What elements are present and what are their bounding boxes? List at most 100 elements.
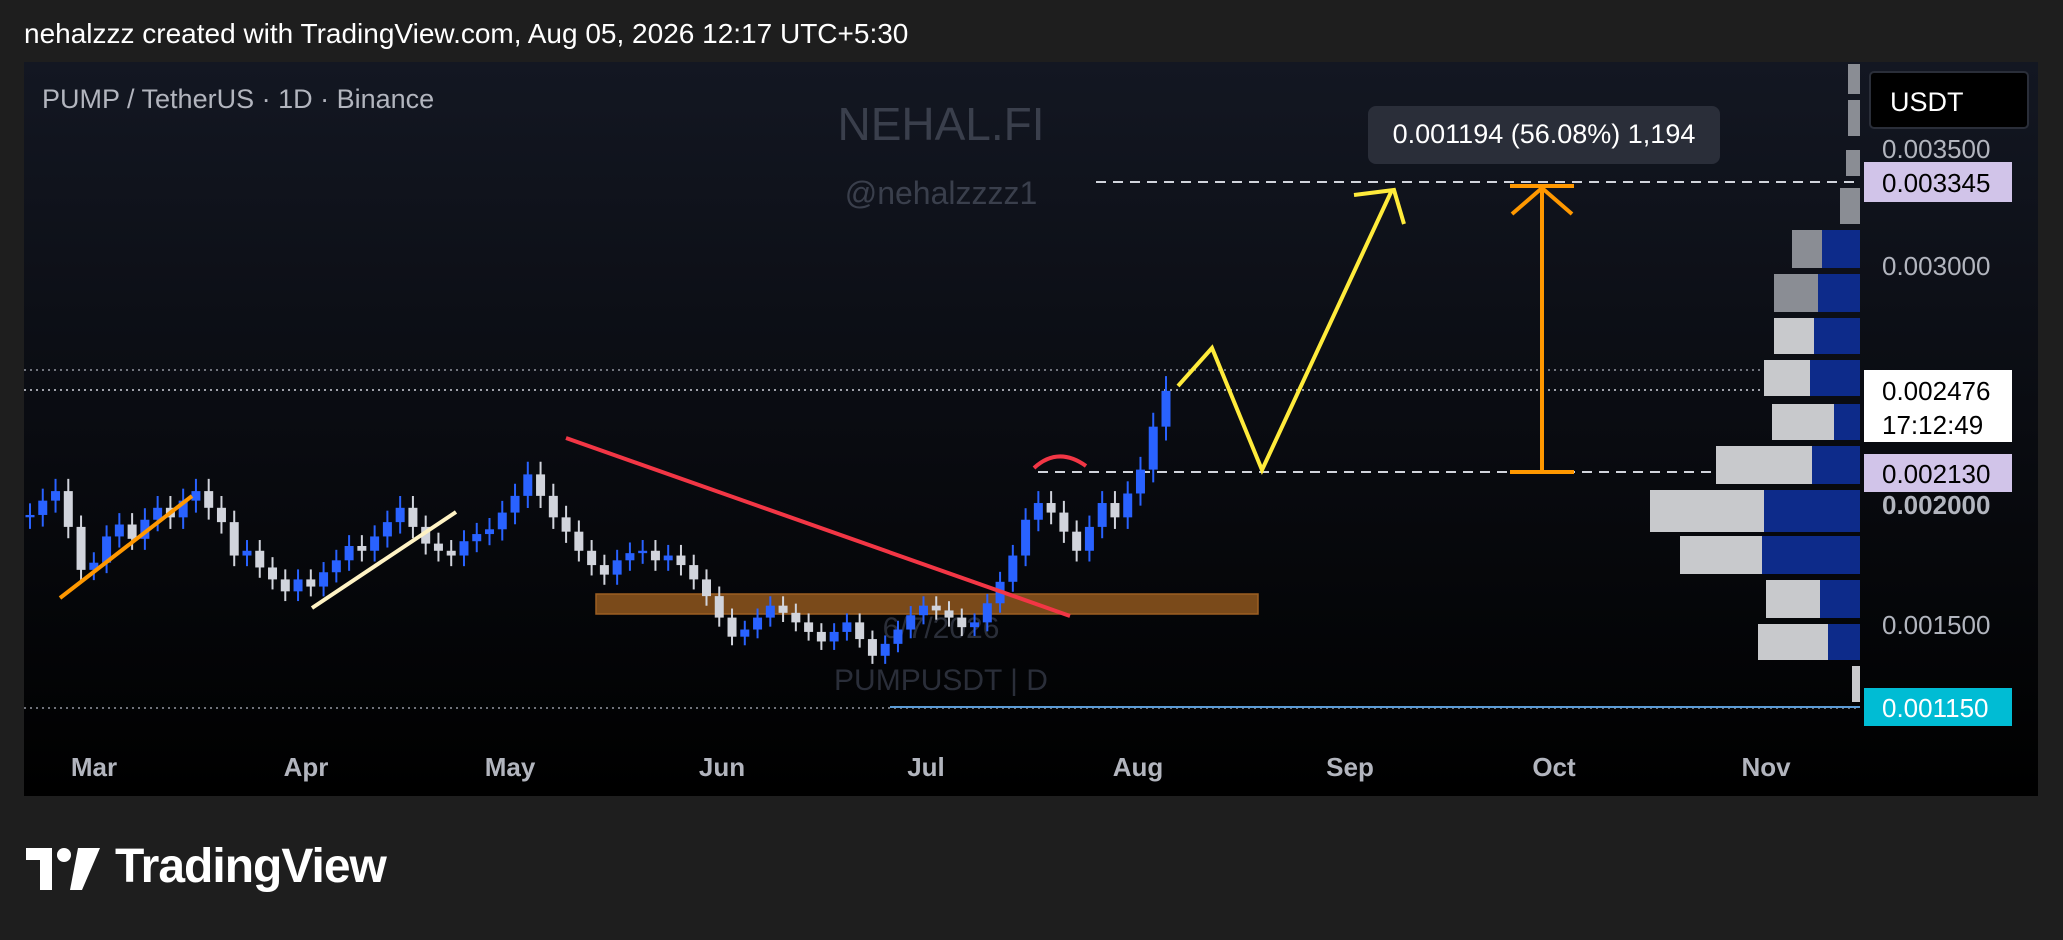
candle-body [114, 524, 124, 537]
target-price-label: 0.003345 [1882, 168, 1990, 198]
volume-profile-bar-down [1716, 446, 1812, 484]
watermark-handle: @nehalzzzz1 [845, 175, 1038, 211]
candle-body [523, 474, 533, 496]
candle-body [536, 474, 546, 496]
volume-profile-bar-down [1840, 188, 1860, 224]
volume-profile-bar-down [1766, 580, 1820, 618]
x-tick-label: Oct [1532, 752, 1576, 782]
candle-body [970, 622, 980, 628]
volume-profile-bar-up [1828, 624, 1860, 660]
candle-body [268, 567, 278, 580]
candle-body [255, 550, 265, 568]
candle-body [804, 622, 814, 632]
candle-body [1123, 493, 1133, 518]
current-price-label: 0.002476 [1882, 376, 1990, 406]
candle-body [1008, 555, 1018, 582]
candle-body [344, 545, 354, 561]
volume-profile-bar-down [1758, 624, 1828, 660]
candle-body [229, 522, 239, 556]
volume-profile-bar-up [1814, 318, 1860, 354]
candle-body [1021, 519, 1031, 556]
candle-body [357, 545, 367, 551]
volume-profile-bar-down [1680, 536, 1762, 574]
volume-profile-bar-down [1650, 490, 1764, 532]
candle-body [280, 579, 290, 592]
candle-body [574, 531, 584, 551]
candle-body [446, 550, 456, 556]
candle-body [816, 631, 826, 642]
candle-body [931, 605, 941, 611]
currency-button[interactable]: USDT [1890, 87, 1964, 117]
candle-body [587, 550, 597, 566]
candle-body [242, 550, 252, 556]
candle-body [433, 543, 443, 551]
volume-profile-bar-up [1812, 446, 1860, 484]
volume-profile-bar-up [1822, 230, 1860, 268]
candle-body [319, 572, 329, 587]
candle-body [918, 605, 928, 616]
candle-body [459, 541, 469, 556]
measure-label: 0.001194 (56.08%) 1,194 [1393, 119, 1696, 149]
watermark-name: NEHAL.FI [837, 98, 1044, 150]
candle-body [727, 617, 737, 637]
candle-body [1097, 503, 1107, 527]
candle-body [753, 617, 763, 630]
candle-body [893, 629, 903, 644]
candle-body [1110, 503, 1120, 518]
x-tick-label: Aug [1113, 752, 1164, 782]
volume-profile-bar-down [1774, 274, 1818, 312]
candle-body [1072, 531, 1082, 551]
candle-body [701, 579, 711, 597]
candle-body [127, 524, 137, 539]
volume-profile-bar-down [1764, 360, 1810, 396]
candle-body [63, 491, 73, 527]
candle-body [791, 612, 801, 623]
candle-body [370, 536, 380, 551]
candle-body [331, 560, 341, 573]
candle-body [1033, 503, 1043, 520]
candle-body [867, 639, 877, 656]
candle-body [855, 622, 865, 640]
candle-body [382, 522, 392, 537]
entry-price-label: 0.002130 [1882, 459, 1990, 489]
candle-body [612, 560, 622, 575]
candle-body [510, 495, 520, 513]
candle-body [1059, 512, 1069, 532]
x-tick-label: May [485, 752, 536, 782]
candle-body [191, 491, 201, 501]
y-tick-4: 0.001500 [1882, 610, 1990, 640]
candle-body [1135, 469, 1145, 494]
tradingview-logo-icon [26, 848, 100, 890]
candle-body [982, 603, 992, 623]
candle-body [880, 643, 890, 656]
candle-body [676, 555, 686, 566]
candle-body [829, 631, 839, 642]
candle-body [561, 517, 571, 532]
volume-profile-bar-up [1764, 490, 1860, 532]
candle-body [25, 514, 35, 518]
candle-body [689, 565, 699, 580]
volume-profile-bar-up [1834, 404, 1860, 440]
candle-body [638, 550, 648, 554]
volume-profile-bar-up [1818, 274, 1860, 312]
brand-name: TradingView [115, 840, 387, 893]
candle-body [663, 555, 673, 561]
candle-body [293, 579, 303, 592]
candle-body [1046, 503, 1056, 513]
volume-profile-bar-down [1846, 150, 1860, 176]
candle-body [216, 507, 226, 523]
candle-body [1161, 390, 1171, 427]
volume-profile-bar-up [1820, 580, 1860, 618]
candle-body [395, 507, 405, 523]
y-tick-3: 0.002000 [1882, 490, 1990, 520]
candle-body [306, 579, 316, 587]
volume-profile-bar-down [1848, 64, 1860, 94]
volume-profile-bar-up [1810, 360, 1860, 396]
candle-body [740, 629, 750, 637]
low-price-label: 0.001150 [1882, 693, 1989, 723]
x-tick-label: Mar [71, 752, 117, 782]
candle-body [38, 500, 48, 515]
volume-profile-bar-down [1792, 230, 1822, 268]
candle-body [599, 565, 609, 575]
candle-body [51, 491, 61, 501]
